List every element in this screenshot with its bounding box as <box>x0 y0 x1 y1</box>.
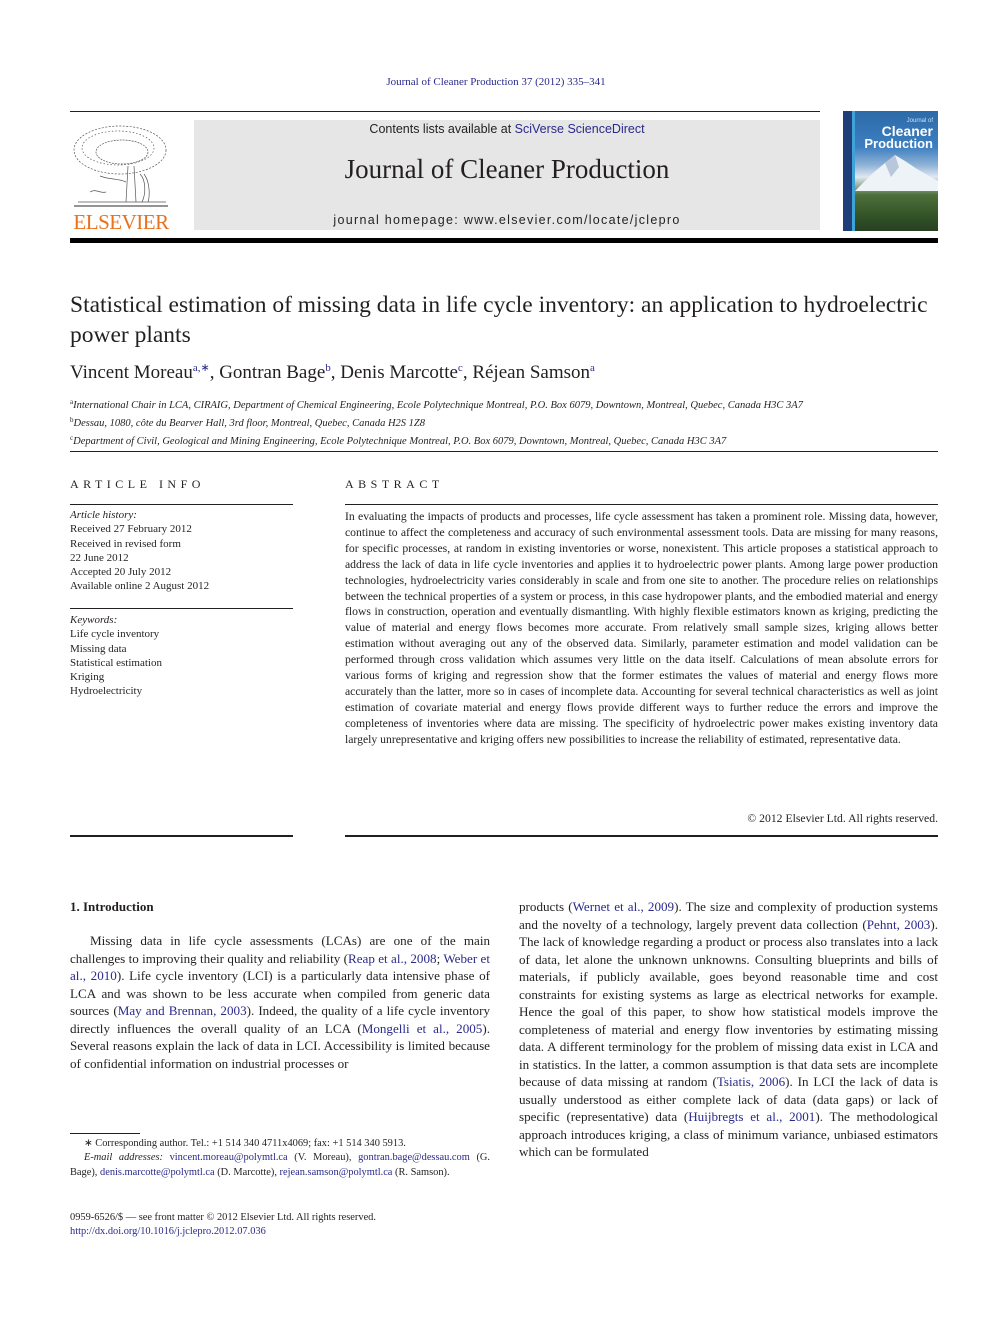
contents-available-line: Contents lists available at SciVerse Sci… <box>194 122 820 136</box>
reference-link[interactable]: Wernet et al., 2009 <box>573 899 675 914</box>
affiliation-text: Department of Civil, Geological and Mini… <box>73 436 727 447</box>
journal-title: Journal of Cleaner Production <box>344 154 670 184</box>
email-owner: (R. Samson). <box>392 1166 450 1178</box>
reference-link[interactable]: Pehnt, 2003 <box>867 917 931 932</box>
email-link[interactable]: vincent.moreau@polymtl.ca <box>170 1152 288 1163</box>
email-link[interactable]: denis.marcotte@polymtl.ca <box>100 1167 215 1178</box>
abstract-copyright: © 2012 Elsevier Ltd. All rights reserved… <box>747 812 938 825</box>
author-name[interactable]: Vincent Moreau <box>70 362 193 383</box>
footnote-rule <box>70 1133 140 1134</box>
elsevier-wordmark: ELSEVIER <box>73 210 169 234</box>
reference-link[interactable]: Tsiatis, 2006 <box>717 1074 785 1089</box>
history-item: Accepted 20 July 2012 <box>70 566 172 579</box>
email-link[interactable]: gontran.bage@dessau.com <box>358 1152 470 1163</box>
corresponding-author-text: ∗ Corresponding author. Tel.: +1 514 340… <box>84 1138 406 1149</box>
history-item: Available online 2 August 2012 <box>70 580 210 593</box>
abstract-text: In evaluating the impacts of products an… <box>345 510 938 746</box>
affiliation: bDessau, 1080, côte du Bearver Hall, 3rd… <box>70 413 940 431</box>
keyword: Statistical estimation <box>70 656 162 669</box>
keywords: Keywords: Life cycle inventory Missing d… <box>70 613 162 699</box>
cover-spine <box>843 111 852 231</box>
affiliation: cDepartment of Civil, Geological and Min… <box>70 431 940 449</box>
body-text: products ( <box>519 899 573 914</box>
email-link[interactable]: rejean.samson@polymtl.ca <box>280 1167 393 1178</box>
divider <box>70 504 293 505</box>
doi-link[interactable]: http://dx.doi.org/10.1016/j.jclepro.2012… <box>70 1226 266 1237</box>
issn-line: 0959-6526/$ — see front matter © 2012 El… <box>70 1212 376 1223</box>
article-title: Statistical estimation of missing data i… <box>70 292 928 348</box>
author-affiliation-marker[interactable]: a <box>590 362 595 374</box>
section-heading-introduction: 1. Introduction <box>70 899 154 914</box>
reference-link[interactable]: Reap et al., 2008 <box>348 951 437 966</box>
author-name[interactable]: Denis Marcotte <box>340 362 458 383</box>
author-name[interactable]: Réjean Samson <box>472 362 590 383</box>
reference-link[interactable]: Huijbregts et al., 2001 <box>688 1109 815 1124</box>
mountain-icon <box>855 155 938 191</box>
header-thick-rule <box>70 238 938 243</box>
email-owner: (V. Moreau), <box>287 1152 359 1164</box>
journal-cover-image[interactable]: Journal of Cleaner Production <box>843 111 938 231</box>
history-item: 22 June 2012 <box>70 551 129 564</box>
author-separator: , <box>462 362 473 383</box>
author-affiliation-marker[interactable]: a,∗ <box>193 362 210 374</box>
affiliations: aInternational Chair in LCA, CIRAIG, Dep… <box>70 395 940 449</box>
article-history-label: Article history: <box>70 509 137 521</box>
author-separator: , <box>209 362 220 383</box>
affiliation-text: Dessau, 1080, côte du Bearver Hall, 3rd … <box>73 418 426 429</box>
contents-prefix: Contents lists available at <box>369 122 515 136</box>
header-rule <box>70 111 820 112</box>
keyword: Kriging <box>70 671 105 684</box>
body-column-left: Missing data in life cycle assessments (… <box>70 932 490 1072</box>
history-item: Received 27 February 2012 <box>70 523 192 536</box>
sciencedirect-link[interactable]: SciVerse ScienceDirect <box>515 122 645 136</box>
divider <box>70 451 938 452</box>
footnotes: ∗ Corresponding author. Tel.: +1 514 340… <box>70 1137 490 1180</box>
divider <box>345 504 938 505</box>
keyword: Hydroelectricity <box>70 685 143 698</box>
affiliation-text: International Chair in LCA, CIRAIG, Depa… <box>73 400 803 411</box>
journal-masthead: Contents lists available at SciVerse Sci… <box>194 120 820 230</box>
tree-icon <box>73 125 168 207</box>
author-separator: , <box>330 362 341 383</box>
divider <box>70 608 293 609</box>
affiliation: aInternational Chair in LCA, CIRAIG, Dep… <box>70 395 940 413</box>
article-history: Article history: Received 27 February 20… <box>70 508 209 594</box>
issn-block: 0959-6526/$ — see front matter © 2012 El… <box>70 1211 490 1240</box>
reference-link[interactable]: May and Brennan, 2003 <box>118 1003 247 1018</box>
keyword: Life cycle inventory <box>70 628 160 641</box>
cover-title-line2: Production <box>864 136 933 151</box>
body-text: ). The lack of knowledge regarding a pro… <box>519 916 938 1090</box>
divider <box>70 835 293 837</box>
corresponding-author-note: ∗ Corresponding author. Tel.: +1 514 340… <box>70 1137 490 1151</box>
author-list: Vincent Moreaua,∗, Gontran Bageb, Denis … <box>70 361 930 384</box>
keywords-label: Keywords: <box>70 614 118 626</box>
email-label: E-mail addresses: <box>84 1152 163 1164</box>
journal-citation-link[interactable]: Journal of Cleaner Production 37 (2012) … <box>0 76 992 88</box>
reference-link[interactable]: Mongelli et al., 2005 <box>362 1021 483 1036</box>
body-column-right: products (Wernet et al., 2009). The size… <box>519 898 938 1161</box>
history-item: Received in revised form <box>70 537 181 550</box>
email-addresses: E-mail addresses: vincent.moreau@polymtl… <box>70 1151 490 1180</box>
email-owner: (D. Marcotte), <box>214 1166 280 1178</box>
abstract-heading: ABSTRACT <box>345 477 444 491</box>
author-name[interactable]: Gontran Bage <box>219 362 325 383</box>
elsevier-logo[interactable]: ELSEVIER <box>70 118 172 234</box>
keyword: Missing data <box>70 642 127 655</box>
article-info-heading: ARTICLE INFO <box>70 477 205 491</box>
divider <box>345 835 938 837</box>
journal-homepage-link[interactable]: journal homepage: www.elsevier.com/locat… <box>194 213 820 227</box>
